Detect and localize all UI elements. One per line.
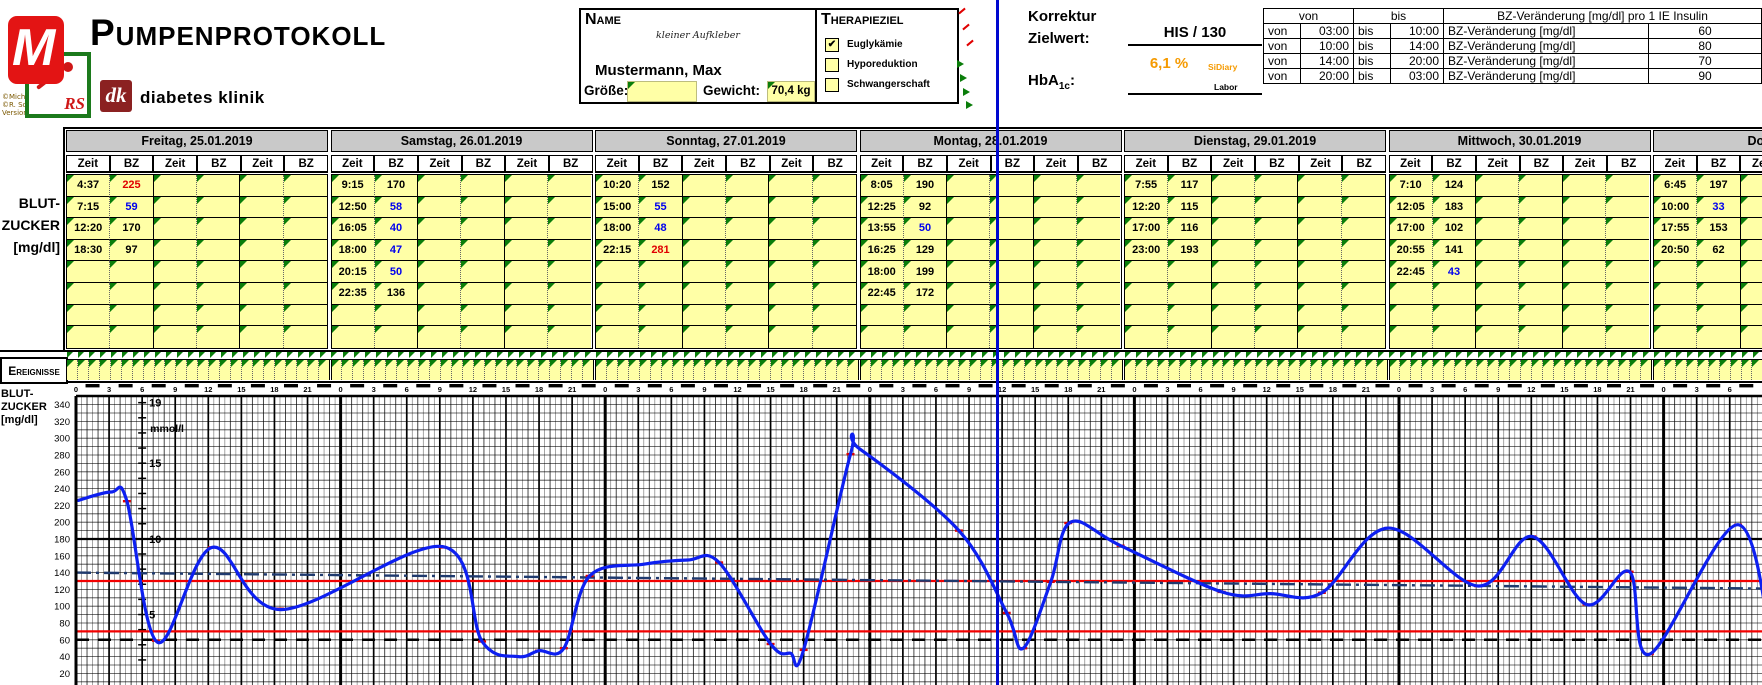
x-axis-hour-label: 18 [799,385,807,394]
x-axis-hour-label: 6 [669,385,673,394]
x-axis-hour-label: 3 [107,385,111,394]
x-axis-hour-label: 15 [237,385,245,394]
y-axis-tick-label: 220 [54,501,70,512]
mn-logo: M [8,16,64,84]
x-axis-hour-label: 9 [438,385,442,394]
x-axis-hour-label: 15 [1560,385,1568,394]
y-axis-tick-label: 180 [54,535,70,546]
x-axis-hour-label: 6 [140,385,144,394]
x-axis-hour-label: 12 [469,385,477,394]
bz-chart: 3403203002802602402202001801601401201008… [0,0,1762,685]
y-axis-tick-label: 280 [54,451,70,462]
x-axis-hour-label: 21 [568,385,576,394]
y-axis-tick-label: 80 [59,619,70,630]
x-axis-hour-label: 9 [967,385,971,394]
y-axis-tick-label: 260 [54,467,70,478]
x-axis-hour-label: 6 [1728,385,1732,394]
pen-tip-icon [63,62,73,72]
y-axis-tick-label: 120 [54,585,70,596]
x-axis-hour-label: 3 [1430,385,1434,394]
y-axis-tick-label: 100 [54,602,70,613]
x-axis-hour-label: 0 [868,385,872,394]
x-axis-hour-label: 9 [1232,385,1236,394]
x-axis-hour-label: 15 [766,385,774,394]
x-axis-hour-label: 12 [1527,385,1535,394]
y-axis-tick-label: 300 [54,434,70,445]
x-axis-hour-label: 18 [1593,385,1601,394]
x-axis-hour-label: 12 [1263,385,1271,394]
rs-logo-text: RS [64,94,85,114]
x-axis-hour-label: 12 [733,385,741,394]
x-axis-hour-label: 18 [270,385,278,394]
x-axis-hour-label: 6 [934,385,938,394]
y-axis-tick-label: 200 [54,518,70,529]
y-axis-tick-label: 340 [54,400,70,411]
x-axis-hour-label: 15 [502,385,510,394]
x-axis-hour-label: 0 [339,385,343,394]
x-axis-hour-label: 21 [1362,385,1370,394]
y-axis-tick-label: 320 [54,417,70,428]
x-axis-hour-label: 3 [1165,385,1169,394]
y-axis-tick-label: 40 [59,652,70,663]
y-axis-tick-label: 140 [54,568,70,579]
y-axis-tick-label: 160 [54,551,70,562]
x-axis-hour-label: 12 [204,385,212,394]
page-break-line [996,0,999,685]
m-monogram: M [12,18,60,80]
pumpenprotokoll-sheet: RS M Pumpenprotokoll dk diabetes klinik … [0,0,1762,685]
y-axis-tick-label: 20 [59,669,70,680]
x-axis-hour-label: 21 [833,385,841,394]
mmol-tick-label: 5 [149,610,155,622]
x-axis-hour-label: 3 [636,385,640,394]
mmol-tick-label: 19 [149,398,161,410]
x-axis-hour-label: 6 [1198,385,1202,394]
x-axis-hour-label: 21 [303,385,311,394]
y-axis-tick-label: 60 [59,635,70,646]
x-axis-hour-label: 21 [1626,385,1634,394]
x-axis-hour-label: 3 [372,385,376,394]
mmol-axis-label: mmol/l [150,423,184,435]
x-axis-hour-label: 0 [1397,385,1401,394]
x-axis-hour-label: 9 [702,385,706,394]
x-axis-hour-label: 12 [998,385,1006,394]
x-axis-hour-label: 15 [1296,385,1304,394]
y-axis-tick-label: 240 [54,484,70,495]
x-axis-hour-label: 0 [1662,385,1666,394]
x-axis-hour-label: 9 [1496,385,1500,394]
x-axis-hour-label: 3 [1695,385,1699,394]
x-axis-hour-label: 0 [74,385,78,394]
x-axis-hour-label: 21 [1097,385,1105,394]
x-axis-hour-label: 0 [1132,385,1136,394]
x-axis-hour-label: 18 [1064,385,1072,394]
x-axis-hour-label: 9 [173,385,177,394]
x-axis-hour-label: 18 [535,385,543,394]
x-axis-hour-label: 6 [405,385,409,394]
x-axis-hour-label: 6 [1463,385,1467,394]
x-axis-hour-label: 0 [603,385,607,394]
mmol-tick-label: 15 [149,458,161,470]
mmol-tick-label: 10 [149,534,161,546]
x-axis-hour-label: 3 [901,385,905,394]
x-axis-hour-label: 18 [1329,385,1337,394]
x-axis-hour-label: 15 [1031,385,1039,394]
